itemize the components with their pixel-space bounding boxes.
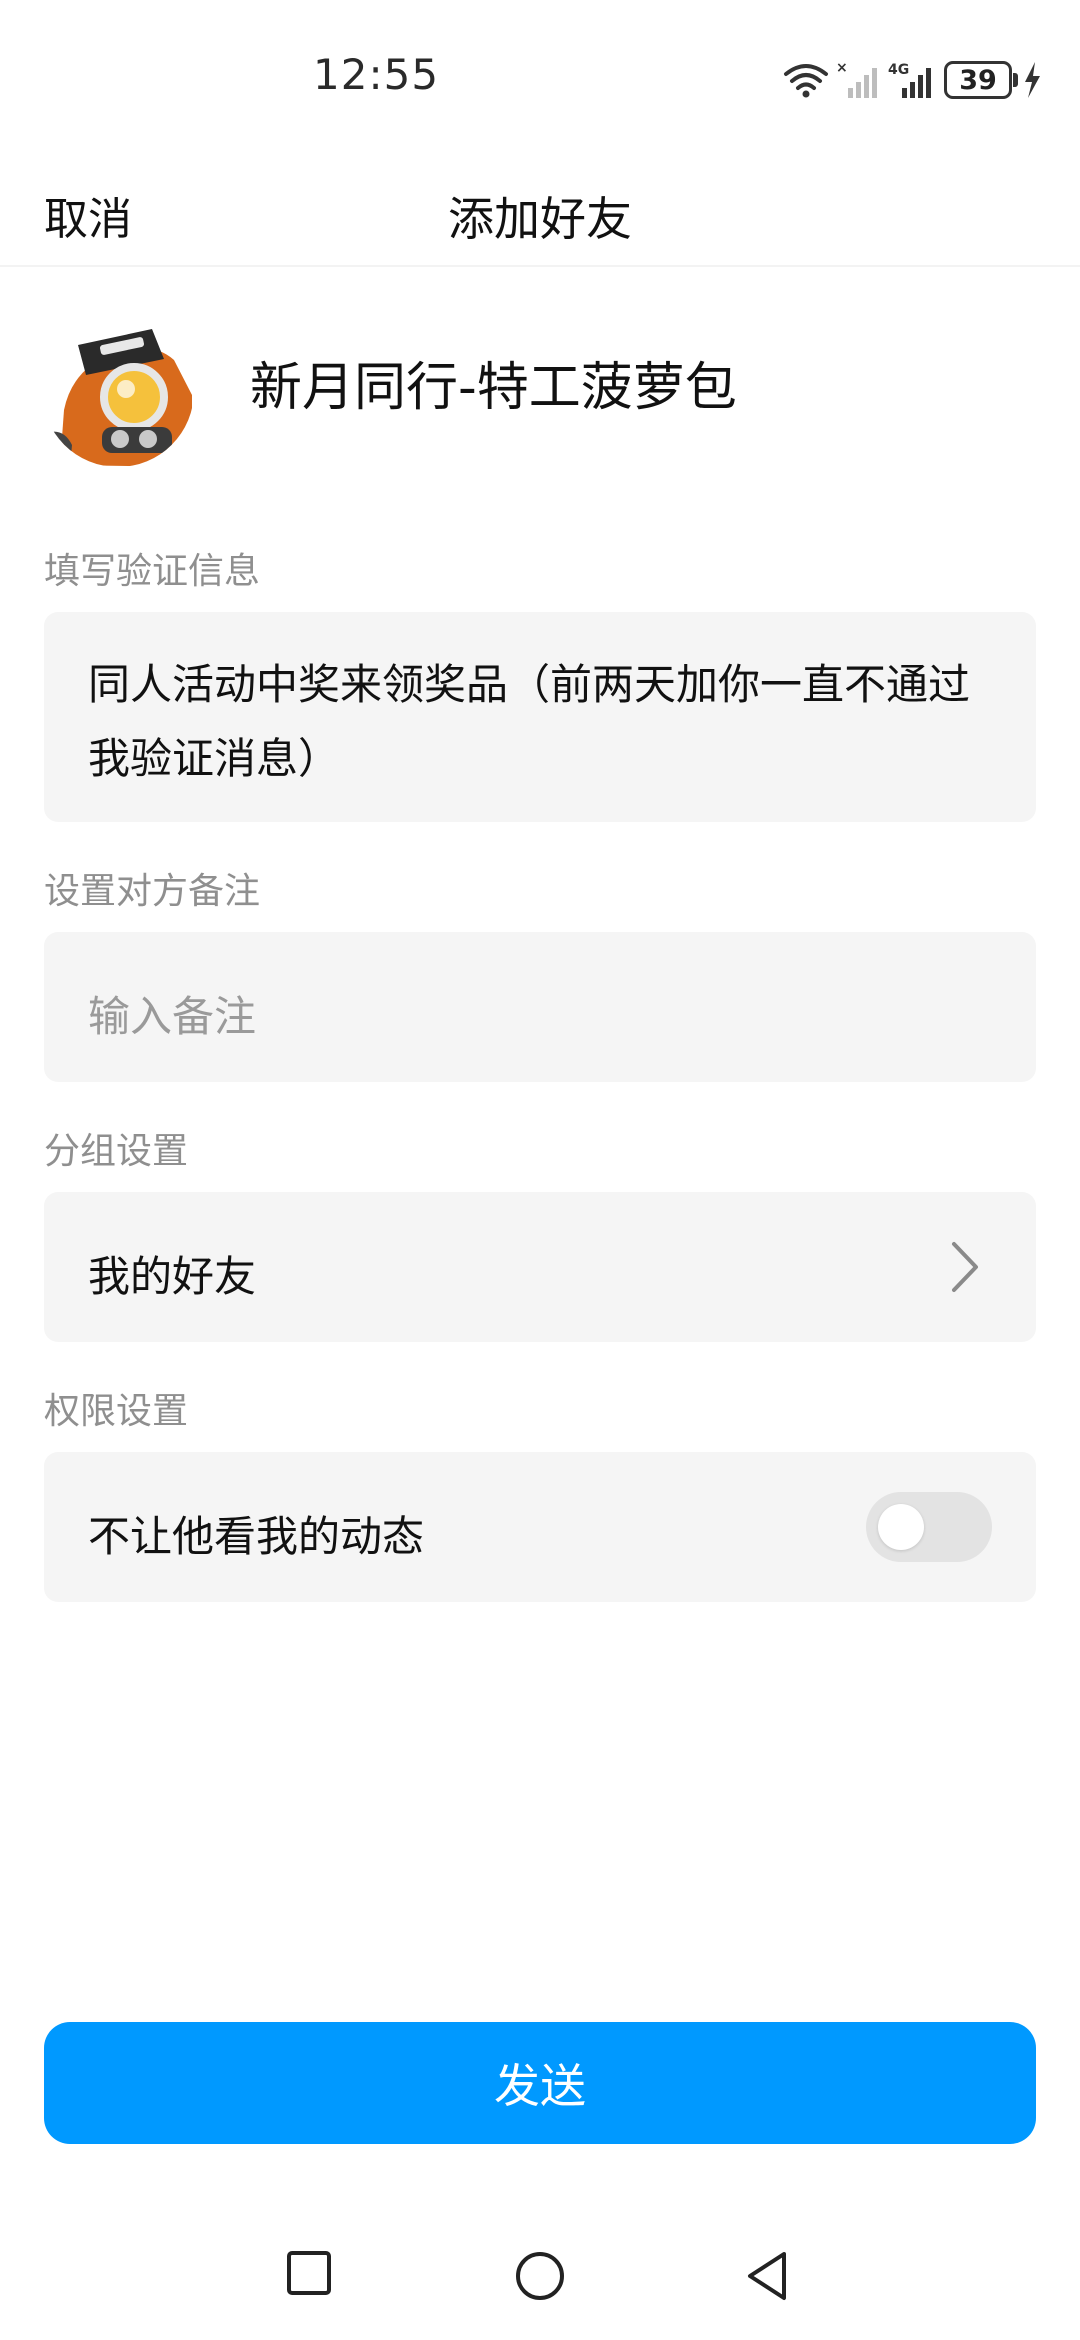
avatar-robot-icon xyxy=(42,315,194,467)
home-icon[interactable] xyxy=(514,2250,566,2302)
permission-label: 权限设置 xyxy=(44,1391,189,1432)
recent-apps-icon[interactable] xyxy=(286,2250,332,2296)
back-icon[interactable] xyxy=(744,2250,792,2302)
battery-level: 39 xyxy=(959,64,997,96)
verification-label: 填写验证信息 xyxy=(44,551,261,592)
battery-icon: 39 xyxy=(944,61,1012,99)
hide-moments-label: 不让他看我的动态 xyxy=(88,1512,425,1561)
signal-no-service-icon: × xyxy=(836,60,880,100)
charging-icon xyxy=(1022,60,1042,100)
remark-input[interactable]: 输入备注 xyxy=(44,932,1036,1082)
group-selector[interactable]: 我的好友 xyxy=(44,1192,1036,1342)
hide-moments-toggle[interactable] xyxy=(866,1492,992,1562)
remark-placeholder: 输入备注 xyxy=(88,992,257,1041)
chevron-right-icon xyxy=(950,1240,980,1298)
signal-4g-icon: 4G xyxy=(888,60,936,100)
toggle-knob xyxy=(878,1504,924,1550)
add-friend-screen: 12:55 × 4G 39 添加好友 取消 新月同行-特工菠萝包 填写验证信息 … xyxy=(0,0,1080,2340)
group-value: 我的好友 xyxy=(88,1252,257,1301)
remark-label: 设置对方备注 xyxy=(44,871,261,912)
system-nav-bar xyxy=(0,2220,1080,2340)
network-type-label: 4G xyxy=(888,62,909,78)
profile-name: 新月同行-特工菠萝包 xyxy=(250,358,737,418)
cancel-button[interactable]: 取消 xyxy=(44,183,132,247)
permission-row: 不让他看我的动态 xyxy=(44,1452,1036,1602)
status-bar: 12:55 × 4G 39 xyxy=(0,0,1080,150)
status-time: 12:55 xyxy=(313,50,440,99)
avatar xyxy=(42,315,194,467)
verification-message-field[interactable]: 同人活动中奖来领奖品（前两天加你一直不通过我验证消息） xyxy=(44,612,1036,822)
verification-message-text: 同人活动中奖来领奖品（前两天加你一直不通过我验证消息） xyxy=(88,660,971,783)
battery-tip xyxy=(1013,73,1018,87)
nav-divider xyxy=(0,265,1080,267)
page-title: 添加好友 xyxy=(448,192,632,246)
send-button[interactable]: 发送 xyxy=(44,2022,1036,2144)
status-icons: × 4G 39 xyxy=(782,58,1042,102)
group-label: 分组设置 xyxy=(44,1131,189,1172)
svg-text:×: × xyxy=(836,60,848,76)
wifi-icon xyxy=(782,60,830,100)
